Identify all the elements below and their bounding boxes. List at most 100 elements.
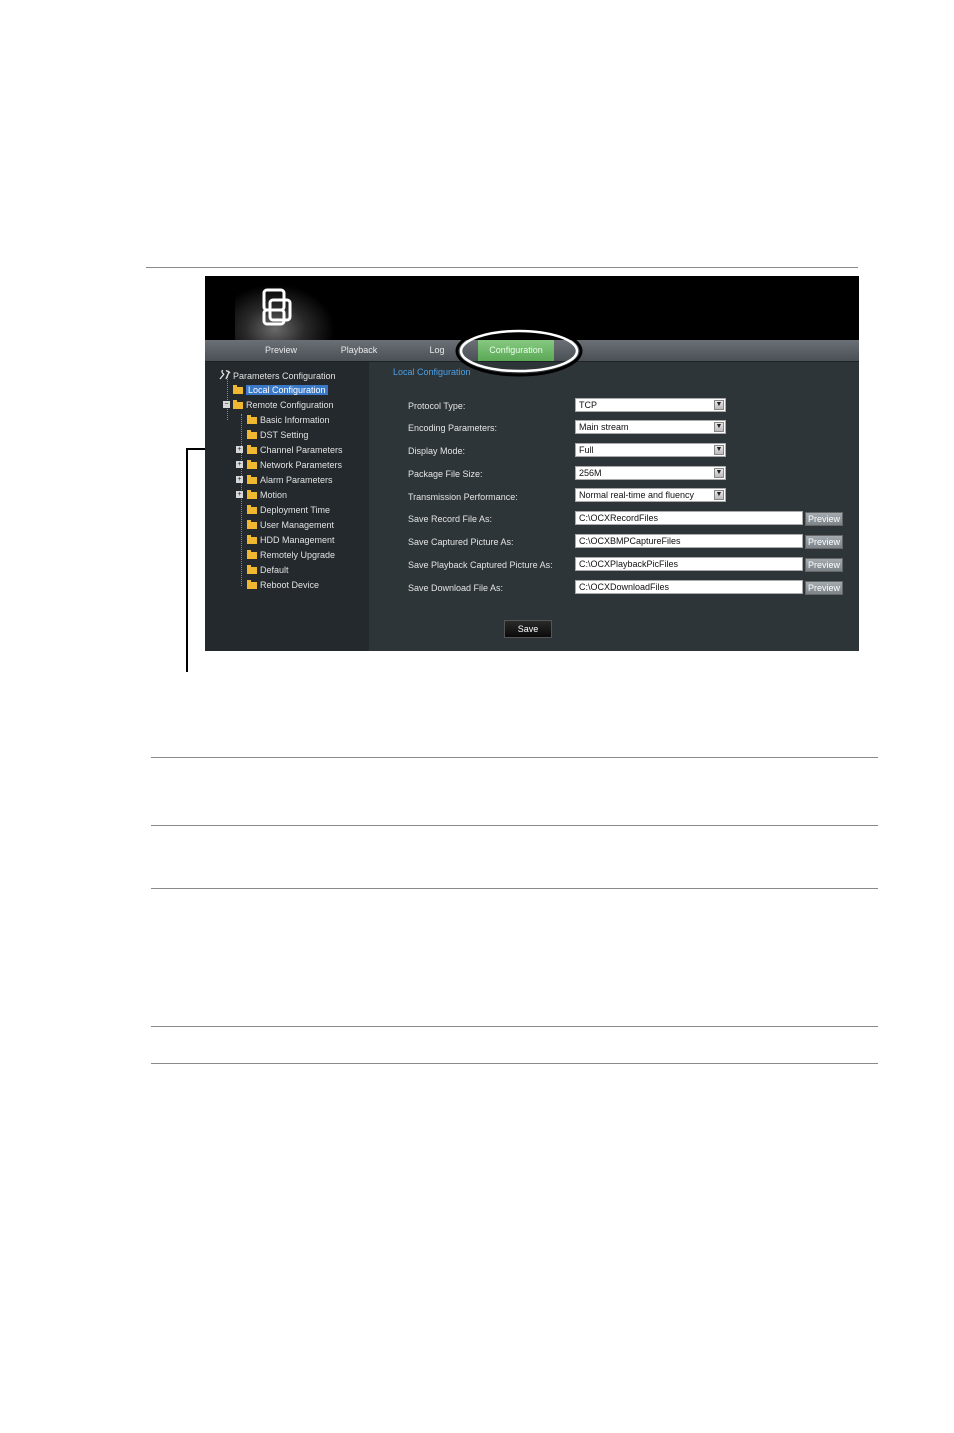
tree-root[interactable]: Parameters Configuration bbox=[219, 368, 336, 383]
table-rule-2 bbox=[151, 825, 878, 826]
tab-playback[interactable]: Playback bbox=[333, 340, 385, 361]
select-value: Full bbox=[579, 445, 594, 455]
protocol-type-label: Protocol Type: bbox=[408, 401, 466, 411]
select-value: TCP bbox=[579, 400, 597, 410]
config-tree: Parameters Configuration Local Configura… bbox=[205, 362, 369, 651]
dropdown-arrow-icon[interactable]: ▼ bbox=[714, 400, 724, 410]
preview-download-button[interactable]: Preview bbox=[805, 581, 843, 595]
tree-item-remote-configuration[interactable]: Remote Configuration bbox=[233, 399, 334, 412]
save-captured-picture-label: Save Captured Picture As: bbox=[408, 537, 514, 547]
highlight-ellipse bbox=[455, 325, 583, 377]
table-rule-5 bbox=[151, 1063, 878, 1064]
encoding-parameters-select[interactable]: Main stream ▼ bbox=[575, 420, 726, 434]
table-rule-4 bbox=[151, 1026, 878, 1027]
save-playback-captured-picture-label: Save Playback Captured Picture As: bbox=[408, 560, 553, 570]
package-file-size-select[interactable]: 256M ▼ bbox=[575, 466, 726, 480]
transmission-performance-select[interactable]: Normal real-time and fluency ▼ bbox=[575, 488, 726, 502]
tab-preview[interactable]: Preview bbox=[255, 340, 307, 361]
folder-icon bbox=[247, 475, 257, 484]
preview-record-button[interactable]: Preview bbox=[805, 512, 843, 526]
tree-item-label: Remotely Upgrade bbox=[260, 550, 336, 560]
save-playback-captured-picture-input[interactable]: C:\OCXPlaybackPicFiles bbox=[575, 557, 803, 571]
tree-item-basic-information[interactable]: Basic Information bbox=[247, 414, 330, 427]
folder-icon bbox=[247, 580, 257, 589]
input-value: C:\OCXBMPCaptureFiles bbox=[579, 536, 681, 546]
top-rule bbox=[146, 267, 858, 268]
save-captured-picture-input[interactable]: C:\OCXBMPCaptureFiles bbox=[575, 534, 803, 548]
folder-icon bbox=[247, 445, 257, 454]
table-rule-1 bbox=[151, 757, 878, 758]
tree-item-label: Deployment Time bbox=[260, 505, 331, 515]
save-button[interactable]: Save bbox=[504, 620, 552, 638]
folder-icon bbox=[247, 490, 257, 499]
transmission-performance-label: Transmission Performance: bbox=[408, 492, 518, 502]
expand-icon[interactable]: + bbox=[236, 446, 243, 453]
display-mode-label: Display Mode: bbox=[408, 446, 466, 456]
tree-item-label: Local Configuration bbox=[246, 385, 328, 395]
package-file-size-label: Package File Size: bbox=[408, 469, 483, 479]
folder-icon bbox=[247, 520, 257, 529]
input-value: C:\OCXRecordFiles bbox=[579, 513, 659, 523]
input-value: C:\OCXDownloadFiles bbox=[579, 582, 670, 592]
folder-icon bbox=[247, 430, 257, 439]
tree-item-label: User Management bbox=[260, 520, 335, 530]
collapse-icon[interactable]: − bbox=[223, 401, 230, 408]
tree-item-label: Remote Configuration bbox=[246, 400, 334, 410]
folder-icon bbox=[233, 400, 243, 409]
tree-item-label: HDD Management bbox=[260, 535, 335, 545]
tree-item-label: Motion bbox=[260, 490, 288, 500]
expand-icon[interactable]: + bbox=[236, 491, 243, 498]
protocol-type-select[interactable]: TCP ▼ bbox=[575, 398, 726, 412]
save-record-file-input[interactable]: C:\OCXRecordFiles bbox=[575, 511, 803, 525]
save-record-file-label: Save Record File As: bbox=[408, 514, 493, 524]
folder-icon bbox=[247, 550, 257, 559]
tree-item-local-configuration[interactable]: Local Configuration bbox=[233, 384, 328, 397]
tree-item-remotely-upgrade[interactable]: Remotely Upgrade bbox=[247, 549, 335, 562]
folder-icon bbox=[247, 415, 257, 424]
dropdown-arrow-icon[interactable]: ▼ bbox=[714, 468, 724, 478]
preview-capture-button[interactable]: Preview bbox=[805, 535, 843, 549]
tree-item-label: Alarm Parameters bbox=[260, 475, 333, 485]
tree-item-alarm-parameters[interactable]: Alarm Parameters bbox=[247, 474, 333, 487]
expand-icon[interactable]: + bbox=[236, 461, 243, 468]
dropdown-arrow-icon[interactable]: ▼ bbox=[714, 490, 724, 500]
logo-icon bbox=[262, 288, 292, 326]
select-value: Normal real-time and fluency bbox=[579, 490, 695, 500]
table-rule-3 bbox=[151, 888, 878, 889]
tree-item-dst-setting[interactable]: DST Setting bbox=[247, 429, 308, 442]
encoding-parameters-label: Encoding Parameters: bbox=[408, 423, 498, 433]
tree-item-channel-parameters[interactable]: Channel Parameters bbox=[247, 444, 343, 457]
callout-line-vertical bbox=[186, 448, 188, 672]
tree-item-label: Default bbox=[260, 565, 289, 575]
expand-icon[interactable]: + bbox=[236, 476, 243, 483]
preview-playback-button[interactable]: Preview bbox=[805, 558, 843, 572]
tree-item-user-management[interactable]: User Management bbox=[247, 519, 334, 532]
select-value: Main stream bbox=[579, 422, 629, 432]
tree-root-label: Parameters Configuration bbox=[233, 371, 336, 381]
folder-icon bbox=[247, 535, 257, 544]
save-download-file-input[interactable]: C:\OCXDownloadFiles bbox=[575, 580, 803, 594]
tree-item-label: Reboot Device bbox=[260, 580, 320, 590]
tree-item-label: Network Parameters bbox=[260, 460, 343, 470]
tree-item-label: DST Setting bbox=[260, 430, 309, 440]
folder-icon bbox=[233, 385, 243, 394]
tools-icon bbox=[219, 368, 231, 380]
tree-item-label: Channel Parameters bbox=[260, 445, 343, 455]
folder-icon bbox=[247, 460, 257, 469]
tree-item-network-parameters[interactable]: Network Parameters bbox=[247, 459, 342, 472]
select-value: 256M bbox=[579, 468, 602, 478]
folder-icon bbox=[247, 565, 257, 574]
tree-connector bbox=[241, 414, 242, 586]
input-value: C:\OCXPlaybackPicFiles bbox=[579, 559, 679, 569]
tree-item-reboot-device[interactable]: Reboot Device bbox=[247, 579, 319, 592]
tree-item-motion[interactable]: Motion bbox=[247, 489, 287, 502]
dropdown-arrow-icon[interactable]: ▼ bbox=[714, 445, 724, 455]
tree-item-hdd-management[interactable]: HDD Management bbox=[247, 534, 335, 547]
tree-item-deployment-time[interactable]: Deployment Time bbox=[247, 504, 330, 517]
folder-icon bbox=[247, 505, 257, 514]
dropdown-arrow-icon[interactable]: ▼ bbox=[714, 422, 724, 432]
tree-item-default[interactable]: Default bbox=[247, 564, 289, 577]
save-download-file-label: Save Download File As: bbox=[408, 583, 504, 593]
tree-item-label: Basic Information bbox=[260, 415, 330, 425]
display-mode-select[interactable]: Full ▼ bbox=[575, 443, 726, 457]
